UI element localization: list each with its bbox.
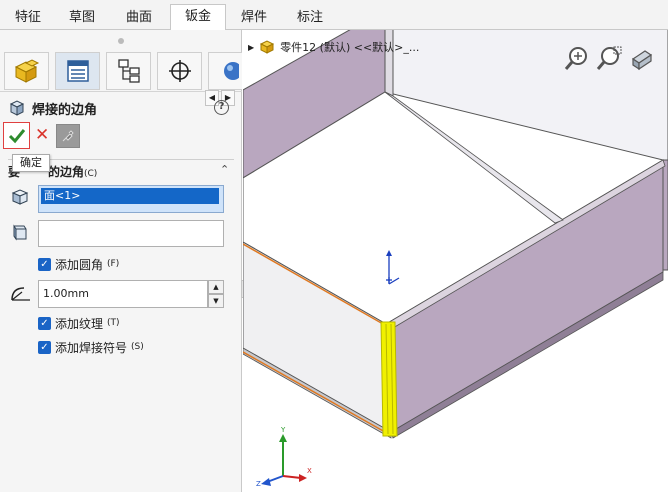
heads-up-view-toolbar [563,45,655,73]
weld-corner-icon [9,100,25,116]
add-fillet-label: 添加圆角 [55,257,104,272]
feature-title-text: 焊接的边角 [32,102,98,118]
group-shortcut: (C) [84,169,98,179]
sheet-metal-box-model[interactable]: Y X Z [243,30,668,492]
part-icon [260,40,275,54]
manager-tabs: ◀ ▶ [0,50,242,106]
add-fillet-checkbox[interactable]: ✓ [38,257,51,271]
add-weld-symbol-checkbox[interactable]: ✓ [38,340,51,354]
edge-face-icon [13,224,27,241]
selected-face-item[interactable]: 面<1> [41,188,219,204]
radius-spin-down[interactable]: ▼ [208,294,224,308]
property-manager-icon [66,60,89,82]
part-name[interactable]: 零件12 (默认) <<默认>_... [280,39,419,55]
add-weld-symbol-option[interactable]: ✓ 添加焊接符号 (S) [38,339,144,355]
configuration-icon [117,59,140,83]
dimxpert-tab[interactable] [157,52,202,90]
triad-x-label: X [307,467,312,475]
property-manager-tab[interactable] [55,52,100,90]
feature-title: 焊接的边角 [8,97,97,119]
tab-markup[interactable]: 标注 [282,5,338,30]
tab-surfaces[interactable]: 曲面 [112,5,166,30]
display-manager-tab[interactable] [208,52,242,90]
add-texture-checkbox[interactable]: ✓ [38,316,51,330]
add-fillet-option[interactable]: ✓ 添加圆角 (F) [38,256,119,272]
add-weld-symbol-shortcut: (S) [131,342,144,352]
display-target-icon [168,60,191,82]
group-title-text: 的边角 [48,165,85,179]
tab-sketch[interactable]: 草图 [56,5,108,30]
configuration-manager-tab[interactable] [106,52,151,90]
graphics-area[interactable]: Y X Z ▶ 零件12 (默认) <<默认>_... [243,30,668,492]
fillet-radius-field[interactable]: 1.00mm [38,280,208,308]
ok-button[interactable] [3,122,30,149]
expand-arrow-icon[interactable]: ▶ [248,43,254,52]
cancel-button[interactable]: ✕ [35,126,49,144]
add-texture-option[interactable]: ✓ 添加纹理 (T) [38,315,120,331]
radius-spin-up[interactable]: ▲ [208,280,224,294]
pin-button[interactable] [56,124,80,148]
part-icon [14,59,39,83]
tab-weldments[interactable]: 焊件 [228,5,280,30]
face-icon [11,189,29,205]
add-fillet-shortcut: (F) [107,259,120,269]
tab-features[interactable]: 特征 [4,5,52,30]
secondary-selection-list[interactable] [38,220,224,247]
corner-selection-list[interactable]: 面<1> [38,185,224,213]
property-manager-panel: ◀ ▶ 焊接的边角 ? ✕ 要 的边角(C) ⌃ 确定 面<1> ✓ 添加圆角 … [0,30,249,492]
chevron-up-icon[interactable]: ⌃ [220,163,229,176]
panel-grip[interactable] [118,38,124,44]
add-texture-shortcut: (T) [107,318,120,328]
triad-y-label: Y [280,426,286,434]
group-title[interactable]: 的边角(C) [48,163,97,180]
pin-icon [62,130,74,142]
zoom-area-icon[interactable] [595,45,623,73]
add-texture-label: 添加纹理 [55,316,104,331]
tab-sheet-metal[interactable]: 钣金 [170,4,226,31]
appearance-icon [223,62,239,80]
add-weld-symbol-label: 添加焊接符号 [55,340,128,355]
zoom-fit-icon[interactable] [563,45,591,73]
radius-icon [11,287,30,301]
view-orient-icon[interactable] [627,45,655,73]
checkmark-icon [8,128,25,143]
feature-manager-tab[interactable] [4,52,49,90]
flyout-tree[interactable]: ▶ 零件12 (默认) <<默认>_... [248,39,419,55]
ok-tooltip: 确定 [12,154,50,172]
command-manager-tabs: 特征 草图 曲面 钣金 焊件 标注 [0,0,668,31]
help-icon[interactable]: ? [214,100,229,115]
triad-z-label: Z [256,480,261,488]
